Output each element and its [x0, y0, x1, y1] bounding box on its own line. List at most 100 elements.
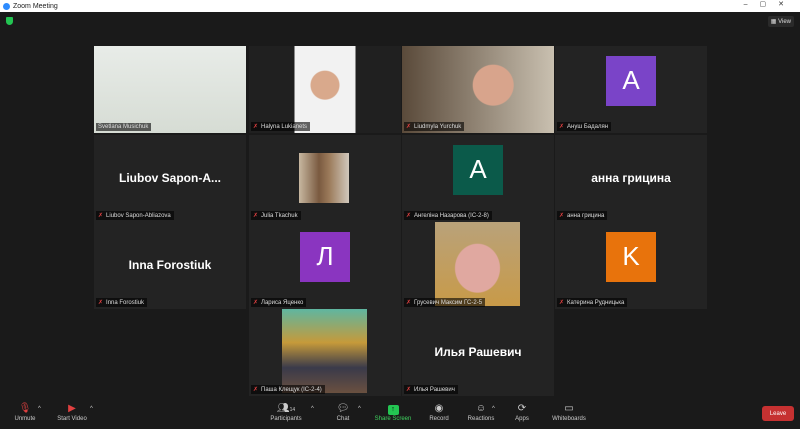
reactions-button[interactable]: ☺ Reactions: [464, 402, 498, 422]
participant-name: Liubov Sapon-Abliazova: [106, 212, 171, 219]
zoom-logo-icon: [3, 2, 10, 10]
share-screen-icon: ↑: [372, 402, 414, 416]
participant-tile[interactable]: A ✗ Ануш Бадалян: [555, 46, 707, 133]
muted-mic-icon: ✗: [559, 300, 565, 306]
participant-tile[interactable]: Л ✗ Лариса Яценко: [249, 222, 401, 309]
video-options-caret[interactable]: ^: [90, 406, 93, 412]
unmute-button[interactable]: 🎙︎ Unmute: [10, 402, 40, 422]
participant-video: [402, 46, 554, 133]
participant-name-label: ✗ Liudmyla Yurchuk: [404, 122, 465, 131]
record-icon: ◉: [434, 403, 444, 414]
whiteboards-button[interactable]: ▭ Whiteboards: [548, 402, 590, 422]
record-label: Record: [429, 416, 449, 422]
apps-icon: ⟳: [517, 403, 527, 414]
participant-tile[interactable]: Inna Forostiuk ✗ Inna Forostiuk: [94, 222, 246, 309]
participant-tile[interactable]: анна грицина ✗ анна грицина: [555, 135, 707, 222]
video-off-icon: ▶︎: [68, 403, 76, 414]
participant-tile[interactable]: Илья Рашевич ✗ Илья Рашевич: [402, 309, 554, 396]
start-video-label: Start Video: [57, 416, 87, 422]
muted-mic-icon: ✗: [253, 387, 259, 393]
share-screen-label: Share Screen: [374, 416, 412, 422]
participant-name-label: ✗ Паша Клещук (ІС-2-4): [251, 385, 325, 394]
muted-mic-icon: ✗: [406, 300, 412, 306]
reactions-label: Reactions: [467, 416, 495, 422]
window-title: Zoom Meeting: [13, 2, 58, 10]
participant-tile[interactable]: ✗ Грусевич Максим ГС-2-5: [402, 222, 554, 309]
muted-mic-icon: ✗: [559, 124, 565, 130]
apps-button[interactable]: ⟳ Apps: [510, 402, 534, 422]
participants-count: 14: [289, 407, 296, 413]
participant-tile[interactable]: A ✗ Ангеліна Назарова (ІС-2-8): [402, 135, 554, 222]
participant-name-label: ✗ Грусевич Максим ГС-2-5: [404, 298, 486, 307]
participant-profile-photo: [282, 309, 367, 393]
participants-caret[interactable]: ^: [311, 406, 314, 412]
participant-name: Илья Рашевич: [414, 386, 455, 393]
chat-icon: 💬︎: [336, 403, 350, 414]
participant-name: Julia Tkachuk: [261, 212, 298, 219]
participants-button[interactable]: 👥︎14 Participants: [266, 402, 306, 422]
view-button[interactable]: ▦ View: [767, 16, 794, 27]
whiteboard-icon: ▭: [564, 403, 574, 414]
unmute-label: Unmute: [14, 416, 36, 422]
participant-video: [94, 46, 246, 133]
participant-name-label: ✗ Илья Рашевич: [404, 385, 458, 394]
participant-name: Svetlana Musichuk: [98, 124, 149, 130]
participant-name: Катерина Рудницька: [567, 299, 625, 306]
muted-mic-icon: ✗: [406, 387, 412, 393]
participant-name-label: ✗ Inna Forostiuk: [96, 298, 148, 307]
participant-name: Liudmyla Yurchuk: [414, 123, 462, 130]
leave-button[interactable]: Leave: [762, 406, 794, 421]
participant-name: Ануш Бадалян: [567, 123, 609, 130]
participant-name-label: ✗ анна грицина: [557, 211, 608, 220]
participant-name: Halyna Lukianets: [261, 123, 308, 130]
participant-name: Ангеліна Назарова (ІС-2-8): [414, 212, 489, 219]
title-bar: Zoom Meeting –▢✕: [0, 0, 800, 12]
reactions-caret[interactable]: ^: [492, 406, 495, 412]
start-video-button[interactable]: ▶︎ Start Video: [54, 402, 90, 422]
participant-name-label: ✗ Лариса Яценко: [251, 298, 307, 307]
participant-profile-photo: [435, 222, 520, 306]
participants-icon: 👥︎14: [276, 403, 296, 414]
participant-display-name: Илья Рашевич: [434, 345, 522, 359]
participant-avatar: K: [606, 231, 656, 282]
participant-profile-photo: [299, 153, 349, 203]
participant-tile[interactable]: ✗ Halyna Lukianets: [249, 46, 401, 133]
participants-label: Participants: [270, 416, 302, 422]
apps-label: Apps: [515, 416, 529, 422]
chat-label: Chat: [336, 416, 350, 422]
muted-mic-icon: ✗: [406, 213, 412, 219]
muted-mic-icon: ✗: [253, 124, 259, 130]
participant-tile[interactable]: ✗ Liudmyla Yurchuk: [402, 46, 554, 133]
participant-name-label: ✗ Liubov Sapon-Abliazova: [96, 211, 174, 220]
participant-avatar: A: [453, 144, 503, 195]
participant-display-name: Inna Forostiuk: [128, 258, 212, 272]
participant-name: Грусевич Максим ГС-2-5: [414, 299, 483, 306]
participant-tile[interactable]: ✗ Julia Tkachuk: [249, 135, 401, 222]
chat-caret[interactable]: ^: [358, 406, 361, 412]
participant-name: Inna Forostiuk: [106, 299, 145, 306]
muted-mic-icon: ✗: [98, 213, 104, 219]
record-button[interactable]: ◉ Record: [426, 402, 452, 422]
participant-name: анна грицина: [567, 212, 605, 219]
participant-display-name: анна грицина: [591, 171, 671, 185]
participant-name: Паша Клещук (ІС-2-4): [261, 386, 322, 393]
audio-options-caret[interactable]: ^: [38, 406, 41, 412]
participant-tile[interactable]: K ✗ Катерина Рудницька: [555, 222, 707, 309]
participant-avatar: Л: [300, 231, 350, 282]
share-screen-button[interactable]: ↑ Share Screen: [372, 402, 414, 422]
muted-mic-icon: ✗: [406, 124, 412, 130]
participant-name-label: ✗ Julia Tkachuk: [251, 211, 301, 220]
muted-mic-icon: ✗: [253, 213, 259, 219]
window-controls[interactable]: –▢✕: [744, 0, 796, 8]
muted-mic-icon: ✗: [98, 300, 104, 306]
participant-tile[interactable]: Svetlana Musichuk: [94, 46, 246, 133]
chat-button[interactable]: 💬︎ Chat: [330, 402, 356, 422]
participant-name-label: ✗ Ангеліна Назарова (ІС-2-8): [404, 211, 492, 220]
muted-mic-icon: ✗: [559, 213, 565, 219]
encryption-shield-icon[interactable]: [6, 17, 13, 25]
participant-name: Лариса Яценко: [261, 299, 304, 306]
participant-display-name: Liubov Sapon-A...: [119, 171, 221, 185]
participant-tile[interactable]: Liubov Sapon-A... ✗ Liubov Sapon-Abliazova: [94, 135, 246, 222]
participant-name-label: Svetlana Musichuk: [96, 123, 152, 131]
participant-tile[interactable]: ✗ Паша Клещук (ІС-2-4): [249, 309, 401, 396]
